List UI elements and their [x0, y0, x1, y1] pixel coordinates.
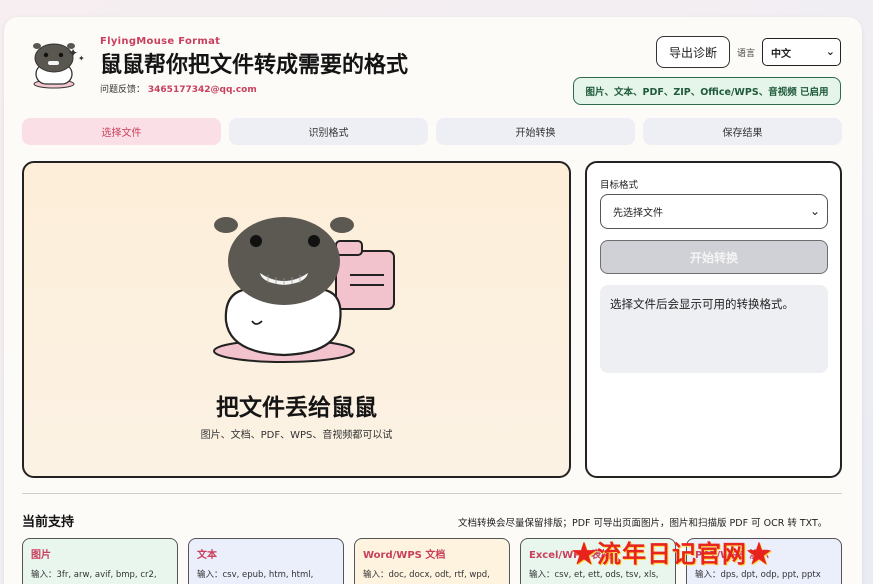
target-format-placeholder: 先选择文件: [613, 208, 663, 219]
support-section-title: 当前支持: [22, 515, 75, 530]
support-note: 文档转换会尽量保留排版；PDF 可导出页面图片，图片和扫描版 PDF 可 OCR…: [458, 518, 828, 529]
export-diagnostics-button[interactable]: 导出诊断: [656, 36, 730, 68]
target-format-select[interactable]: 先选择文件 ⌄: [600, 194, 828, 229]
format-hint-text: 选择文件后会显示可用的转换格式。: [610, 297, 794, 311]
format-tile-inputs: 输入：3fr, arw, avif, bmp, cr2,: [31, 570, 157, 580]
sparkle-icon: ✦: [78, 54, 85, 63]
watermark-overlay: ★流年日记官网★: [572, 539, 772, 568]
format-tile-name: 图片: [31, 550, 51, 561]
dropzone-subtitle: 图片、文档、PDF、WPS、音视频都可以试: [200, 430, 393, 441]
section-divider: [22, 493, 842, 494]
start-convert-button[interactable]: 开始转换: [600, 240, 828, 274]
brand-name: FlyingMouse Format: [100, 36, 221, 47]
format-tile-name: 文本: [197, 550, 217, 561]
language-select[interactable]: 中文 ⌄: [762, 38, 841, 66]
mascot-with-folder-icon: [213, 217, 395, 363]
sparkle-icon: ✦: [68, 46, 79, 60]
feedback-label: 问题反馈：: [100, 85, 146, 95]
step-save-result[interactable]: 保存结果: [643, 118, 842, 145]
language-label: 语言: [737, 49, 756, 59]
dropzone-title: 把文件丢给鼠鼠: [216, 395, 377, 421]
step-select-file[interactable]: 选择文件: [22, 118, 221, 145]
format-tile-inputs: 输入：doc, docx, odt, rtf, wpd,: [363, 570, 490, 580]
feedback-line: 问题反馈： 3465177342@qq.com: [100, 82, 257, 95]
conversion-panel: 目标格式 先选择文件 ⌄ 开始转换 选择文件后会显示可用的转换格式。: [585, 161, 842, 478]
format-tile-word: Word/WPS 文档 输入：doc, docx, odt, rtf, wpd,: [354, 538, 510, 584]
step-start-convert[interactable]: 开始转换: [436, 118, 635, 145]
format-tile-name: Word/WPS 文档: [363, 550, 446, 561]
language-value: 中文: [771, 48, 791, 60]
file-dropzone[interactable]: 把文件丢给鼠鼠 图片、文档、PDF、WPS、音视频都可以试: [22, 161, 571, 478]
target-format-label: 目标格式: [600, 180, 639, 191]
format-tile-image: 图片 输入：3fr, arw, avif, bmp, cr2,: [22, 538, 178, 584]
step-detect-format[interactable]: 识别格式: [229, 118, 428, 145]
chevron-down-icon: ⌄: [825, 45, 835, 58]
format-tile-inputs: 输入：csv, epub, htm, html,: [197, 570, 314, 580]
format-tile-text: 文本 输入：csv, epub, htm, html,: [188, 538, 344, 584]
step-tabs: 选择文件 识别格式 开始转换 保存结果: [22, 118, 842, 145]
enabled-formats-badge: 图片、文本、PDF、ZIP、Office/WPS、音视频 已启用: [573, 77, 841, 105]
page-title: 鼠鼠帮你把文件转成需要的格式: [100, 53, 409, 78]
format-hint-box: 选择文件后会显示可用的转换格式。: [600, 285, 828, 373]
feedback-email-link[interactable]: 3465177342@qq.com: [148, 85, 257, 95]
chevron-down-icon: ⌄: [809, 204, 820, 218]
mascot-logo-icon: [33, 43, 75, 89]
